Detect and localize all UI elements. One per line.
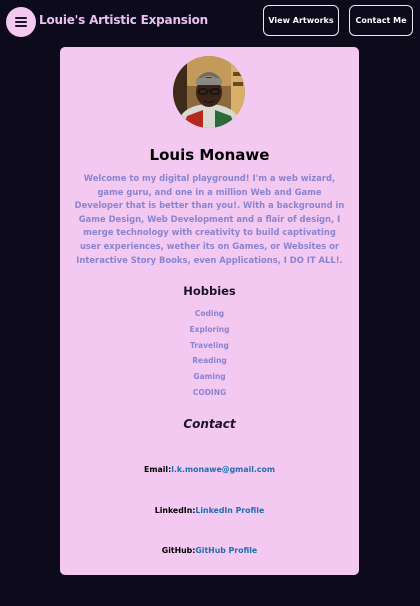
hobby-item: CODING bbox=[192, 387, 227, 397]
github-label: GitHub: bbox=[161, 546, 196, 555]
navbar: Louie's Artistic Expansion View Artworks… bbox=[0, 0, 420, 44]
contact-email-row: Email:l.k.monawe@gmail.com bbox=[60, 465, 359, 474]
hobby-item: Gaming bbox=[193, 372, 226, 382]
hobby-item: Coding bbox=[194, 309, 225, 318]
contact-me-button[interactable]: Contact Me bbox=[349, 5, 413, 36]
hamburger-icon bbox=[15, 17, 27, 27]
profile-name: Louis Monawe bbox=[149, 146, 270, 164]
linkedin-label: LinkedIn: bbox=[154, 506, 196, 515]
email-label: Email: bbox=[144, 465, 172, 474]
hobbies-heading: Hobbies bbox=[183, 284, 236, 298]
contact-linkedin-row: LinkedIn:LinkedIn Profile bbox=[60, 506, 359, 515]
linkedin-link[interactable]: LinkedIn Profile bbox=[195, 506, 264, 515]
hobby-item: Traveling bbox=[190, 340, 229, 350]
profile-card: Louis Monawe Welcome to my digital playg… bbox=[60, 47, 359, 575]
menu-button[interactable] bbox=[6, 7, 36, 37]
view-artworks-button[interactable]: View Artworks bbox=[263, 5, 339, 36]
email-link[interactable]: l.k.monawe@gmail.com bbox=[171, 465, 275, 474]
contact-heading: Contact bbox=[183, 417, 236, 431]
site-title[interactable]: Louie's Artistic Expansion bbox=[39, 13, 208, 27]
profile-bio: Welcome to my digital playground! I'm a … bbox=[74, 173, 345, 265]
hobbies-list: Coding Exploring Traveling Reading Gamin… bbox=[60, 306, 359, 401]
contact-github-row: GitHub:GitHub Profile bbox=[60, 546, 359, 555]
avatar bbox=[173, 56, 245, 128]
hobby-item: Reading bbox=[192, 356, 227, 366]
github-link[interactable]: GitHub Profile bbox=[195, 546, 257, 555]
hobby-item: Exploring bbox=[189, 324, 230, 334]
